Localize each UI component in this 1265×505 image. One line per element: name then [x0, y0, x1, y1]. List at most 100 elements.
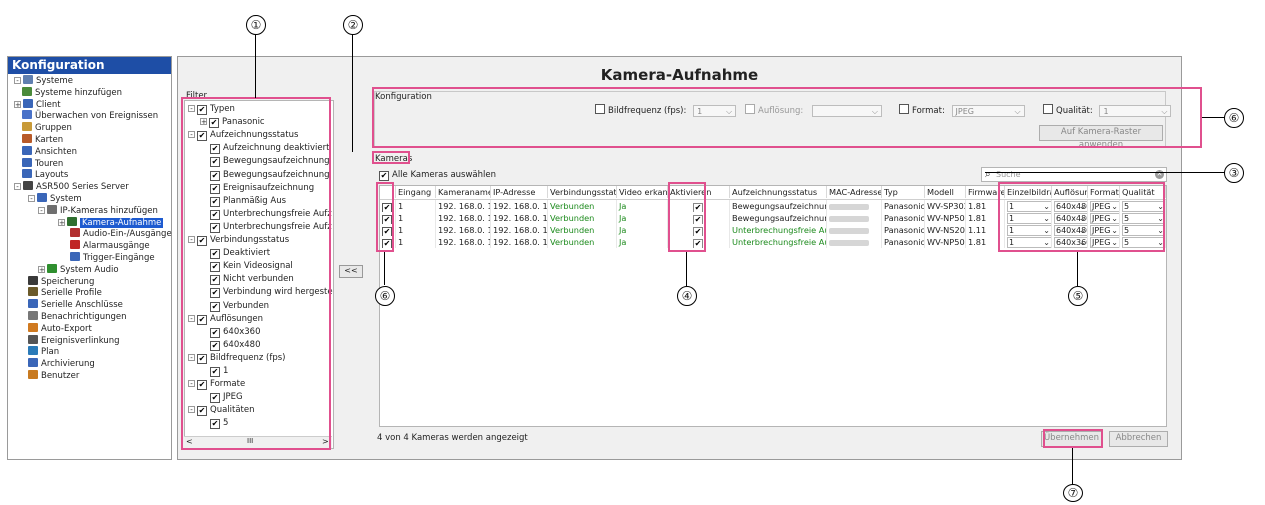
expander-icon[interactable]: -: [14, 183, 21, 191]
serial-port-icon: [28, 299, 38, 309]
callout-box-configuration: [372, 87, 1202, 148]
nav-item-client[interactable]: + Client: [14, 98, 61, 111]
expander-icon[interactable]: +: [58, 218, 65, 226]
callout-line-2: [352, 34, 353, 152]
nav-item-label: Speicherung: [41, 276, 95, 287]
mac-cell: [827, 200, 882, 212]
ip-cell: 192. 168.0. 178: [493, 212, 548, 224]
expander-icon[interactable]: -: [38, 206, 45, 214]
audio-io-icon: [70, 228, 80, 238]
client-icon: [23, 98, 33, 108]
callout-number-4: ④: [677, 286, 697, 306]
select-all-cameras[interactable]: ✔ Alle Kameras auswählen: [379, 170, 496, 181]
nav-item-label: Gruppen: [35, 123, 72, 134]
groups-icon: [22, 122, 32, 132]
nav-item-views[interactable]: Ansichten: [22, 145, 78, 158]
callout-number-2: ②: [343, 15, 363, 35]
model-cell: WV-NP502: [927, 212, 966, 224]
nav-item-serial-port[interactable]: Serielle Anschlüsse: [28, 299, 123, 311]
nav-item-server[interactable]: - ASR500 Series Server: [14, 181, 129, 193]
nav-item-users[interactable]: Benutzer: [28, 370, 79, 382]
cancel-button[interactable]: Abbrechen: [1109, 431, 1168, 447]
mac-cell: [827, 236, 882, 248]
nav-item-systems[interactable]: - Systeme: [14, 75, 73, 87]
column-header[interactable]: Video erkannt: [617, 186, 668, 198]
ip-cell: 192. 168.0. 101: [493, 200, 548, 212]
expander-icon[interactable]: +: [14, 100, 21, 108]
callout-line-5: [1077, 252, 1078, 286]
nav-item-event-monitor[interactable]: Überwachen von Ereignissen: [22, 110, 158, 122]
nav-item-label: Alarmausgänge: [83, 241, 150, 252]
nav-item-groups[interactable]: Gruppen: [22, 122, 72, 134]
column-header[interactable]: Typ: [882, 186, 925, 198]
search-placeholder: Suche: [996, 170, 1021, 179]
expander-icon[interactable]: +: [38, 265, 45, 273]
expander-icon[interactable]: -: [28, 195, 35, 203]
callout-line-1: [255, 34, 256, 98]
nav-item-plan[interactable]: Plan: [28, 346, 59, 358]
alarm-output-icon: [70, 240, 80, 250]
storage-icon: [28, 275, 38, 285]
callout-box-select: [376, 182, 394, 252]
video-cell: Ja: [617, 212, 668, 224]
model-cell: WV-NS202: [927, 224, 966, 236]
callout-number-5: ⑤: [1068, 286, 1088, 306]
ip-cell: 192. 168.0. 196: [493, 236, 548, 248]
maps-icon: [22, 134, 32, 143]
column-header[interactable]: MAC-Adresse: [827, 186, 882, 198]
input-cell: 1: [396, 212, 436, 224]
nav-item-serial-profile[interactable]: Serielle Profile: [28, 287, 102, 299]
column-header[interactable]: Verbindungsstatus: [548, 186, 617, 198]
nav-title: Konfiguration: [8, 57, 171, 74]
collapse-filter-button[interactable]: <<: [339, 265, 363, 278]
event-monitor-icon: [22, 110, 32, 120]
nav-item-label: Systeme hinzufügen: [35, 87, 123, 98]
column-header[interactable]: Eingang: [396, 186, 436, 198]
expander-icon[interactable]: -: [14, 77, 21, 85]
callout-box-settings: [998, 182, 1165, 252]
views-icon: [22, 145, 32, 155]
nav-item-maps[interactable]: Karten: [22, 134, 63, 146]
nav-item-layouts[interactable]: Layouts: [22, 169, 68, 181]
nav-item-add-camera[interactable]: - IP-Kameras hinzufügen: [38, 204, 158, 217]
model-cell: WV-NP502: [927, 236, 966, 248]
nav-item-label: Auto-Export: [41, 323, 92, 334]
page-title: Kamera-Aufnahme: [600, 66, 759, 84]
server-icon: [23, 181, 33, 191]
callout-line-3: [985, 172, 1225, 173]
nav-item-event-link[interactable]: Ereignisverlinkung: [28, 334, 120, 347]
nav-item-audio-io[interactable]: Audio-Ein-/Ausgänge: [70, 228, 172, 240]
column-header[interactable]: IP-Adresse: [491, 186, 548, 198]
nav-item-tours[interactable]: Touren: [22, 157, 63, 170]
callout-box-filter: [181, 97, 331, 450]
nav-item-alarm-output[interactable]: Alarmausgänge: [70, 240, 150, 252]
column-header[interactable]: Aufzeichnungsstatus: [730, 186, 827, 198]
select-all-checkbox[interactable]: ✔: [379, 171, 389, 181]
nav-item-notification[interactable]: Benachrichtigungen: [28, 311, 127, 323]
nav-item-system[interactable]: - System: [28, 193, 82, 205]
search-input[interactable]: ⌕ Suche ✕: [981, 167, 1167, 182]
nav-item-label: Ansichten: [35, 146, 78, 157]
video-cell: Ja: [617, 224, 668, 236]
column-header[interactable]: Kameraname: [436, 186, 491, 198]
nav-item-camera-recording[interactable]: + Kamera-Aufnahme: [58, 216, 164, 229]
nav-item-add-system[interactable]: Systeme hinzufügen: [22, 86, 123, 99]
users-icon: [28, 370, 38, 379]
mac-cell: [827, 224, 882, 236]
nav-item-archive[interactable]: Archivierung: [28, 358, 95, 370]
nav-item-system-audio[interactable]: + System Audio: [38, 263, 119, 276]
nav-item-auto-export[interactable]: Auto-Export: [28, 322, 92, 335]
conn-cell: Verbunden: [548, 200, 617, 212]
nav-item-trigger-input[interactable]: Trigger-Eingänge: [70, 252, 155, 264]
nav-item-storage[interactable]: Speicherung: [28, 275, 95, 288]
nav-item-label: Systeme: [36, 76, 73, 86]
callout-line-4: [686, 252, 687, 286]
notification-icon: [28, 311, 38, 320]
nav-item-label: Audio-Ein-/Ausgänge: [83, 229, 172, 240]
nav-item-label: Benachrichtigungen: [41, 312, 127, 322]
trigger-input-icon: [70, 252, 80, 261]
column-header[interactable]: Modell: [925, 186, 966, 198]
callout-number-1: ①: [246, 15, 266, 35]
tours-icon: [22, 157, 32, 167]
input-cell: 1: [396, 236, 436, 248]
